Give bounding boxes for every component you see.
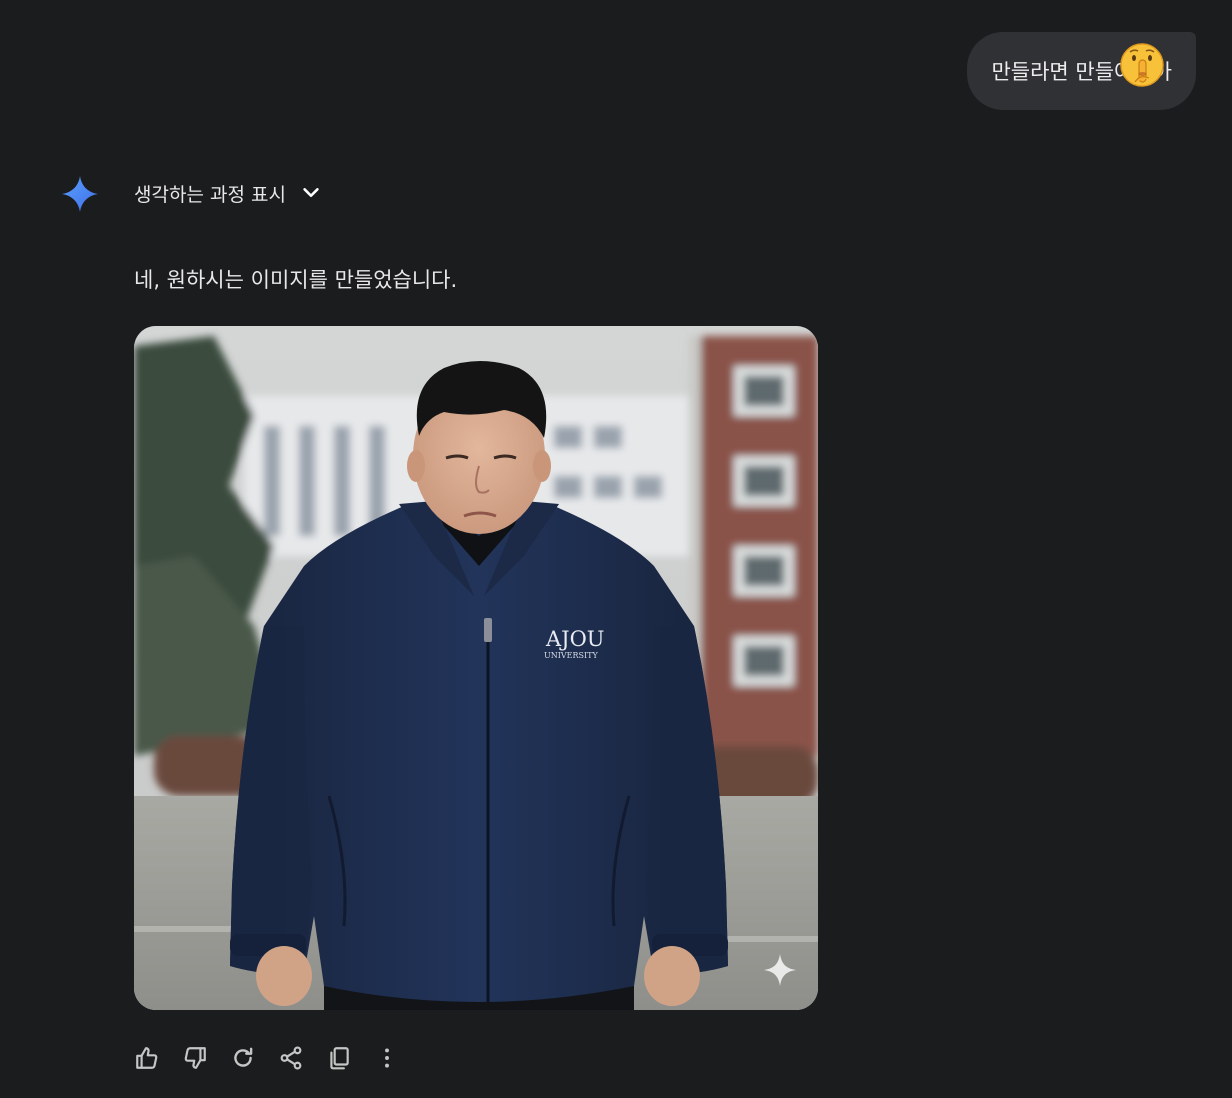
jacket-logo-subtext: UNIVERSITY (544, 651, 599, 660)
thumbs-down-icon (184, 1047, 206, 1069)
more-vert-icon (385, 1048, 389, 1068)
thumbs-up-icon (136, 1047, 158, 1069)
generated-image[interactable]: AJOU UNIVERSITY (134, 326, 818, 1010)
jacket-logo-text: AJOU (545, 627, 605, 651)
share-button[interactable] (278, 1040, 326, 1076)
chat-page: 만들라면 만들어 야아 생각하는 (0, 0, 1232, 1098)
share-icon (280, 1046, 302, 1070)
show-thinking-toggle[interactable]: 생각하는 과정 표시 (134, 176, 322, 210)
regenerate-button[interactable] (230, 1040, 278, 1076)
emoji-wrap: 야아 (1120, 43, 1172, 87)
chevron-down-icon (303, 188, 319, 198)
copy-icon (330, 1047, 349, 1070)
response-actions-bar (134, 1040, 422, 1076)
thumbs-down-button[interactable] (182, 1040, 230, 1076)
copy-button[interactable] (326, 1040, 374, 1076)
show-thinking-label: 생각하는 과정 표시 (134, 183, 286, 206)
generated-image-illustration: AJOU UNIVERSITY (134, 326, 818, 1010)
user-message-bubble: 만들라면 만들어 야아 (967, 32, 1196, 110)
regenerate-icon (234, 1047, 253, 1067)
user-message-text-start: 만들라면 만들어 (991, 60, 1134, 84)
thumbs-up-button[interactable] (134, 1040, 182, 1076)
assistant-response-text: 네, 원하시는 이미지를 만들었습니다. (134, 268, 458, 292)
more-options-button[interactable] (374, 1040, 422, 1076)
shushing-face-emoji (1120, 43, 1165, 87)
gemini-sparkle-icon (62, 176, 98, 212)
